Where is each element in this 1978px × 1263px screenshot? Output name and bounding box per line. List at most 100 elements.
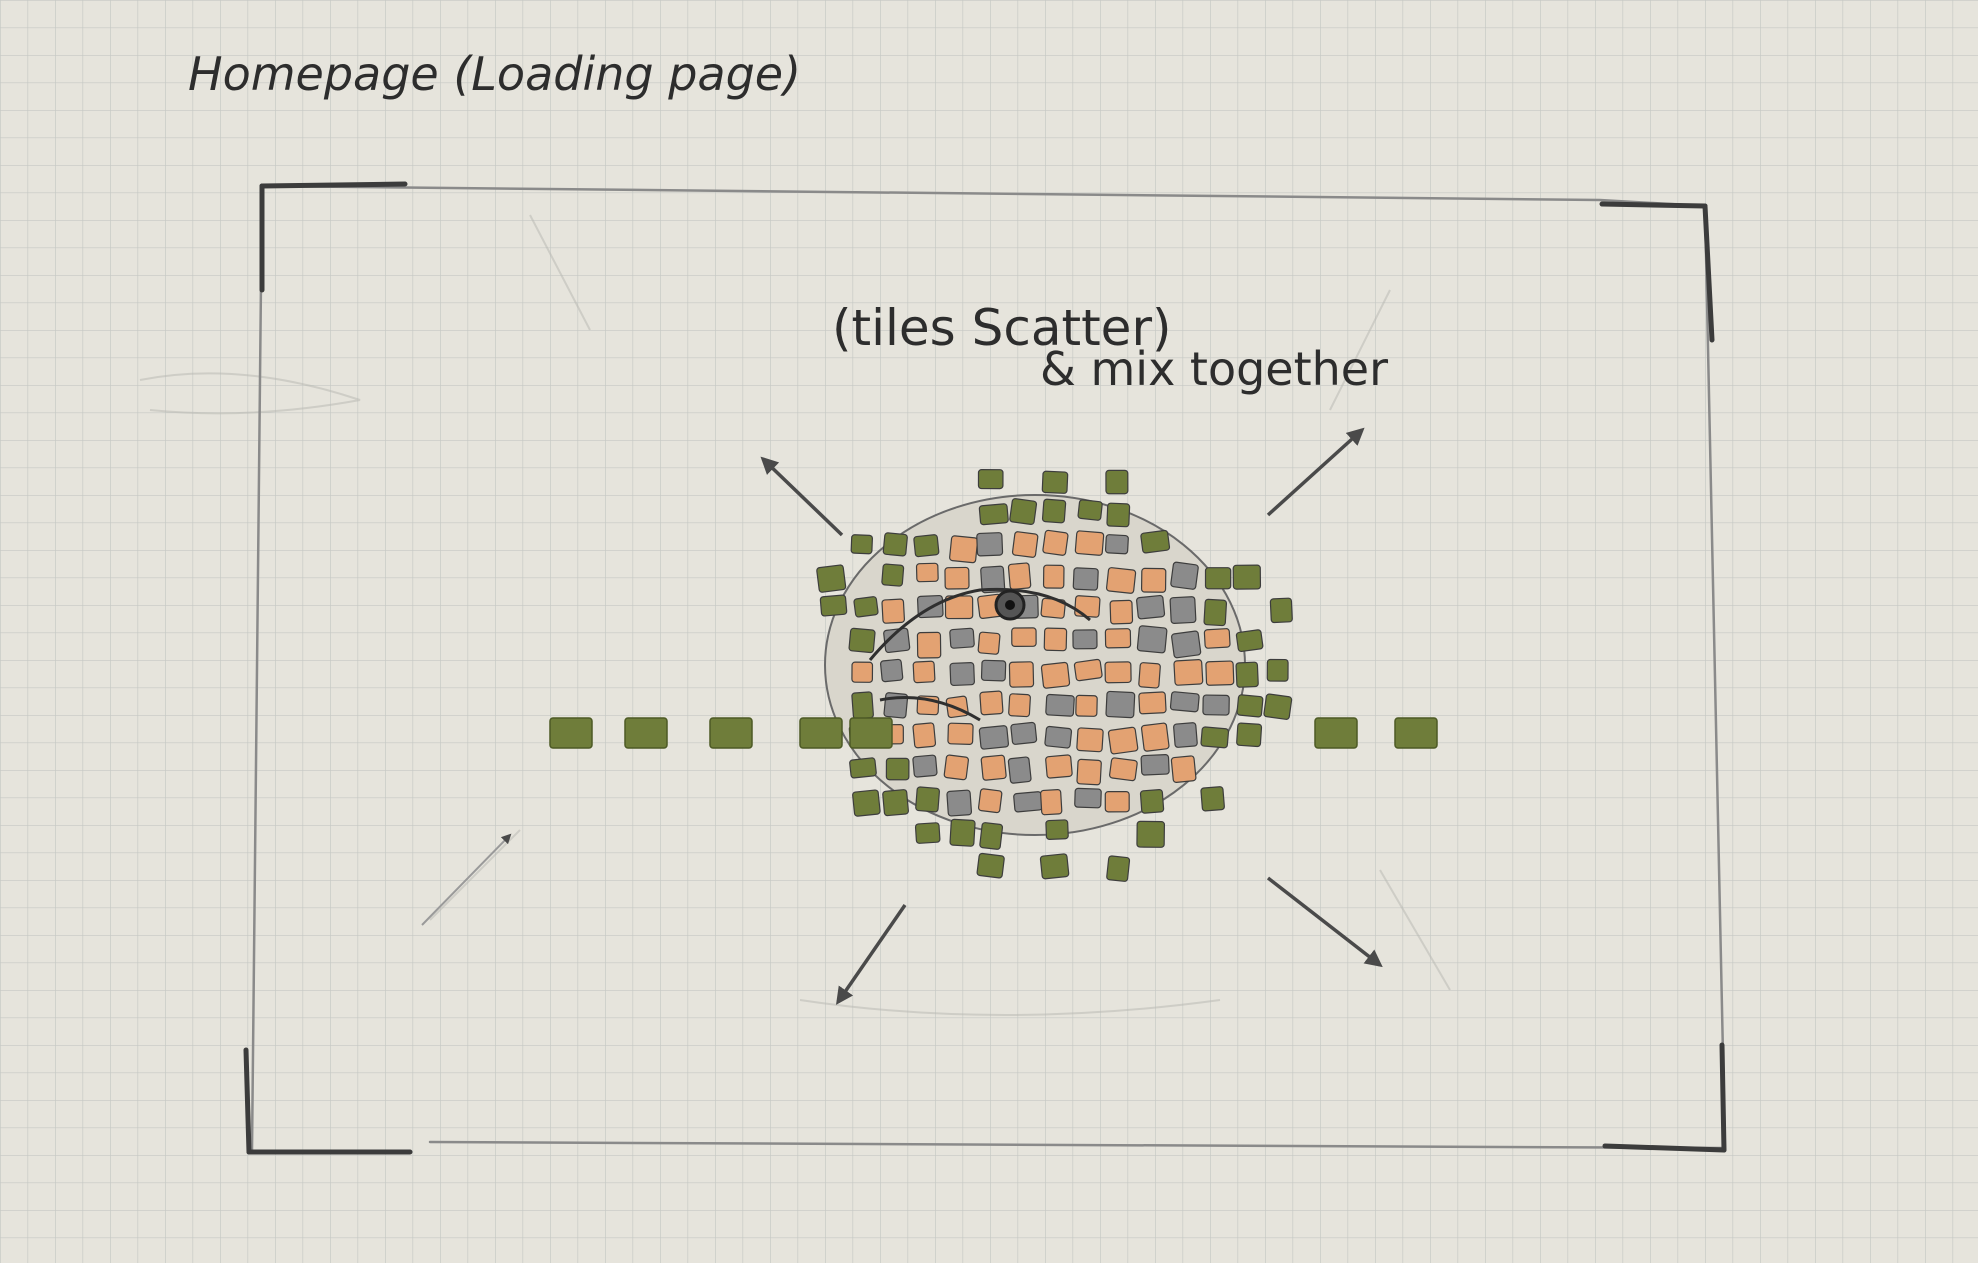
mosaic-tile — [916, 631, 942, 659]
mosaic-tile — [1008, 661, 1035, 688]
mosaic-tile — [977, 631, 1001, 655]
mosaic-tile — [976, 852, 1005, 879]
mosaic-tile — [980, 659, 1007, 682]
mosaic-tile — [1139, 789, 1165, 814]
mosaic-tile — [1074, 595, 1101, 618]
mosaic-tile — [1041, 470, 1069, 494]
mosaic-tile — [1073, 658, 1103, 682]
mosaic-tile — [1136, 594, 1166, 620]
mosaic-tile — [1235, 629, 1264, 653]
mosaic-tile — [1109, 599, 1134, 625]
wireframe-sketch: Homepage (Loading page) (tiles Scatter) … — [0, 0, 1978, 1263]
mosaic-tile — [1200, 786, 1225, 812]
mosaic-tile — [912, 722, 937, 749]
mosaic-tile — [1008, 693, 1031, 718]
mosaic-tile — [1173, 659, 1204, 686]
mosaic-tile — [1200, 726, 1230, 749]
mosaic-tile — [949, 627, 975, 649]
mosaic-tile — [1236, 722, 1263, 748]
mosaic-tile — [1202, 694, 1230, 716]
mosaic-tile — [1138, 691, 1167, 715]
mosaic-tile — [978, 725, 1010, 750]
mosaic-tile — [1269, 597, 1293, 624]
mosaic-tile — [1235, 661, 1259, 688]
mosaic-tile — [1205, 660, 1235, 686]
mosaic-tile — [851, 691, 874, 720]
mosaic-tile — [979, 690, 1004, 716]
mosaic-tile — [1171, 630, 1202, 659]
loading-tile — [1314, 717, 1358, 749]
mosaic-tile — [1045, 754, 1073, 779]
loading-tile — [549, 717, 593, 749]
mosaic-tile — [851, 661, 874, 683]
mosaic-tile — [1203, 598, 1228, 627]
mosaic-tile — [1075, 694, 1098, 717]
mosaic-tile — [885, 757, 910, 781]
mosaic-tile — [1045, 819, 1069, 840]
mosaic-tile — [1009, 498, 1038, 526]
mosaic-tile — [1077, 499, 1103, 521]
mosaic-tile — [819, 594, 848, 617]
mosaic-tile — [980, 754, 1007, 781]
mosaic-tile — [881, 598, 906, 624]
mosaic-tile — [1011, 531, 1039, 558]
loading-tile — [709, 717, 753, 749]
mosaic-tile — [1011, 627, 1037, 648]
mosaic-tile — [850, 534, 873, 555]
mosaic-tile — [1203, 628, 1231, 649]
mosaic-tile — [1140, 529, 1171, 554]
mosaic-tile — [1041, 498, 1067, 524]
mosaic-tile — [949, 535, 979, 564]
mosaic-tile — [1076, 727, 1104, 753]
mosaic-tile — [1232, 564, 1262, 590]
mosaic-tile — [1042, 529, 1069, 556]
mosaic-tile — [1169, 596, 1197, 624]
mosaic-tile — [915, 786, 941, 813]
mosaic-tile — [913, 534, 940, 558]
mosaic-tile — [1074, 787, 1102, 809]
mosaic-tile — [1104, 628, 1132, 649]
mosaic-tile — [944, 566, 970, 590]
mosaic-tile — [848, 627, 876, 654]
mosaic-tile — [1010, 721, 1038, 745]
mosaic-tile — [1170, 755, 1197, 783]
mosaic-tile — [977, 788, 1003, 814]
mosaic-tile — [852, 789, 881, 817]
mosaic-tile — [1104, 661, 1132, 684]
mosaic-tile — [849, 757, 877, 779]
lizard-pupil — [1005, 600, 1015, 610]
mosaic-tile — [816, 564, 847, 593]
mosaic-tile — [1263, 693, 1293, 720]
page-title: Homepage (Loading page) — [188, 47, 801, 101]
mosaic-tile — [1140, 567, 1167, 593]
mosaic-tile — [978, 503, 1009, 526]
annotation-line-2: & mix together — [1040, 342, 1388, 396]
mosaic-tile — [949, 661, 975, 687]
mosaic-tile — [1106, 855, 1131, 882]
mosaic-tile — [1104, 790, 1130, 813]
mosaic-tile — [1140, 754, 1170, 776]
loading-tile — [799, 717, 843, 749]
mosaic-tile — [1039, 853, 1070, 880]
mosaic-tile — [979, 822, 1004, 850]
mosaic-tile — [912, 660, 936, 684]
mosaic-tile — [1107, 726, 1139, 755]
mosaic-tile — [1140, 722, 1170, 752]
mosaic-tile — [1105, 469, 1129, 495]
mosaic-tile — [879, 658, 904, 683]
mosaic-tile — [1136, 820, 1166, 848]
mosaic-tile — [853, 596, 879, 618]
mosaic-tile — [912, 754, 938, 778]
mosaic-tile — [1045, 693, 1075, 717]
loading-tile — [624, 717, 668, 749]
mosaic-tile — [1170, 561, 1199, 590]
mosaic-tile — [1040, 661, 1071, 689]
mosaic-tile — [946, 789, 973, 817]
mosaic-tile — [1173, 722, 1198, 748]
mosaic-tile — [1072, 629, 1098, 650]
mosaic-tile — [1042, 564, 1065, 589]
mosaic-tile — [1076, 758, 1102, 786]
mosaic-tile — [1204, 567, 1232, 590]
mosaic-tile — [1105, 690, 1136, 719]
mosaic-tile — [882, 789, 909, 817]
